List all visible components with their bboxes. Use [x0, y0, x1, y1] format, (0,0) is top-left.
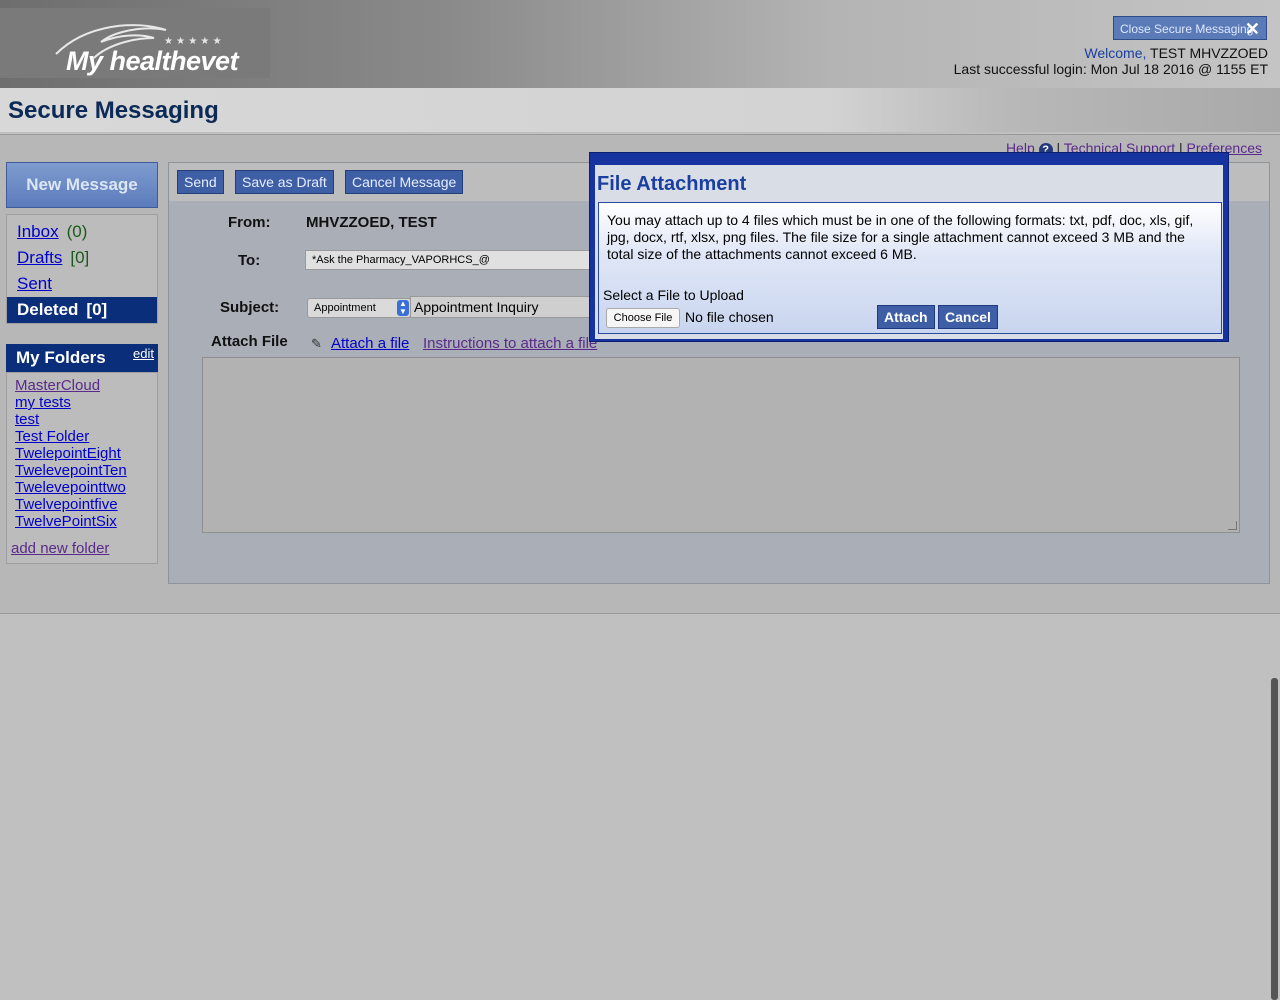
subject-category-select[interactable]: Appointment ▲ ▼ — [307, 298, 411, 318]
dialog-title: File Attachment — [597, 173, 747, 195]
user-folder-link[interactable]: test — [7, 411, 157, 428]
new-message-button[interactable]: New Message — [6, 162, 158, 208]
folder-drafts[interactable]: Drafts [0] — [7, 245, 157, 271]
sidebar: New Message Inbox (0) Drafts [0] Sent Dele… — [6, 162, 158, 564]
save-as-draft-button[interactable]: Save as Draft — [235, 170, 334, 194]
user-folders: MasterCloud my tests test Test Folder Tw… — [6, 372, 158, 564]
select-arrow-icon: ▲ ▼ — [397, 300, 409, 316]
send-button[interactable]: Send — [177, 170, 224, 194]
choose-file-button[interactable]: Choose File — [606, 308, 680, 328]
user-folder-link[interactable]: my tests — [7, 394, 157, 411]
folder-count: [0] — [70, 248, 90, 267]
logo-text: My healthevet — [66, 46, 239, 76]
subject-label: Subject: — [220, 299, 280, 316]
header-banner-image — [830, 88, 1280, 132]
folder-count: [0] — [86, 300, 108, 319]
dialog-content: File Attachment You may attach up to 4 f… — [595, 165, 1223, 339]
attach-file-link[interactable]: Attach a file — [331, 335, 409, 352]
subject-input[interactable]: Appointment Inquiry — [410, 296, 605, 318]
folder-inbox[interactable]: Inbox (0) — [7, 219, 157, 245]
folder-deleted[interactable]: Deleted [0] — [7, 297, 157, 323]
user-folder-link[interactable]: MasterCloud — [7, 377, 157, 394]
attach-button[interactable]: Attach — [877, 305, 935, 329]
last-login: Last successful login: Mon Jul 18 2016 @… — [953, 61, 1268, 77]
add-new-folder-link[interactable]: add new folder — [7, 540, 157, 557]
system-folders: Inbox (0) Drafts [0] Sent Deleted [0] — [6, 214, 158, 324]
user-folder-link[interactable]: Test Folder — [7, 428, 157, 445]
welcome-label: Welcome, — [1084, 45, 1147, 61]
cancel-button[interactable]: Cancel — [938, 305, 998, 329]
paperclip-icon: ✎ — [311, 336, 322, 351]
my-folders-title: My Folders — [16, 348, 106, 367]
user-name: TEST MHVZZOED — [1150, 45, 1268, 61]
message-body-textarea[interactable] — [202, 357, 1240, 533]
page-scrollbar[interactable] — [1271, 678, 1278, 1000]
instructions-link[interactable]: Instructions to attach a file — [423, 335, 597, 352]
to-field[interactable]: *Ask the Pharmacy_VAPORHCS_@ — [305, 250, 613, 270]
upload-label: Select a File to Upload — [603, 287, 744, 303]
cancel-message-button[interactable]: Cancel Message — [345, 170, 464, 194]
resize-handle[interactable] — [1228, 521, 1237, 530]
title-bar: Secure Messaging — [0, 88, 1280, 132]
folder-label: Deleted — [17, 300, 79, 319]
user-folder-link[interactable]: TwelevepointTen — [7, 462, 157, 479]
from-label: From: — [228, 214, 271, 231]
close-secure-messaging-button[interactable]: Close Secure Messaging ✕ — [1113, 16, 1267, 40]
from-value: MHVZZOED, TEST — [306, 214, 437, 231]
my-folders-header: My Folders edit — [6, 344, 158, 372]
myhealthevet-logo[interactable]: ★ ★ ★ ★ ★ My healthevet — [0, 8, 270, 78]
folder-label[interactable]: Sent — [17, 274, 52, 293]
folder-label[interactable]: Inbox — [17, 222, 59, 241]
folder-sent[interactable]: Sent — [7, 271, 157, 297]
user-folder-link[interactable]: Twelevepointtwo — [7, 479, 157, 496]
subject-category-value: Appointment — [314, 302, 376, 314]
page-title: Secure Messaging — [8, 97, 219, 124]
attachment-instructions: You may attach up to 4 files which must … — [607, 212, 1194, 262]
no-file-chosen-text: No file chosen — [685, 309, 774, 325]
to-label: To: — [238, 252, 261, 269]
close-icon: ✕ — [1244, 19, 1260, 39]
folder-label[interactable]: Drafts — [17, 248, 62, 267]
file-attachment-dialog: File Attachment You may attach up to 4 f… — [589, 152, 1229, 342]
user-folder-link[interactable]: TwelepointEight — [7, 445, 157, 462]
user-folder-link[interactable]: TwelvePointSix — [7, 513, 157, 530]
welcome-block: Welcome, TEST MHVZZOED Last successful l… — [954, 45, 1268, 77]
user-folder-link[interactable]: Twelvepointfive — [7, 496, 157, 513]
folder-count: (0) — [66, 222, 88, 241]
dialog-body: You may attach up to 4 files which must … — [598, 202, 1222, 334]
attach-file-label: Attach File — [211, 333, 288, 350]
site-header: ★ ★ ★ ★ ★ My healthevet Close Secure Mes… — [0, 0, 1280, 88]
close-button-label: Close Secure Messaging — [1120, 22, 1254, 36]
edit-folders-link[interactable]: edit — [133, 340, 154, 368]
